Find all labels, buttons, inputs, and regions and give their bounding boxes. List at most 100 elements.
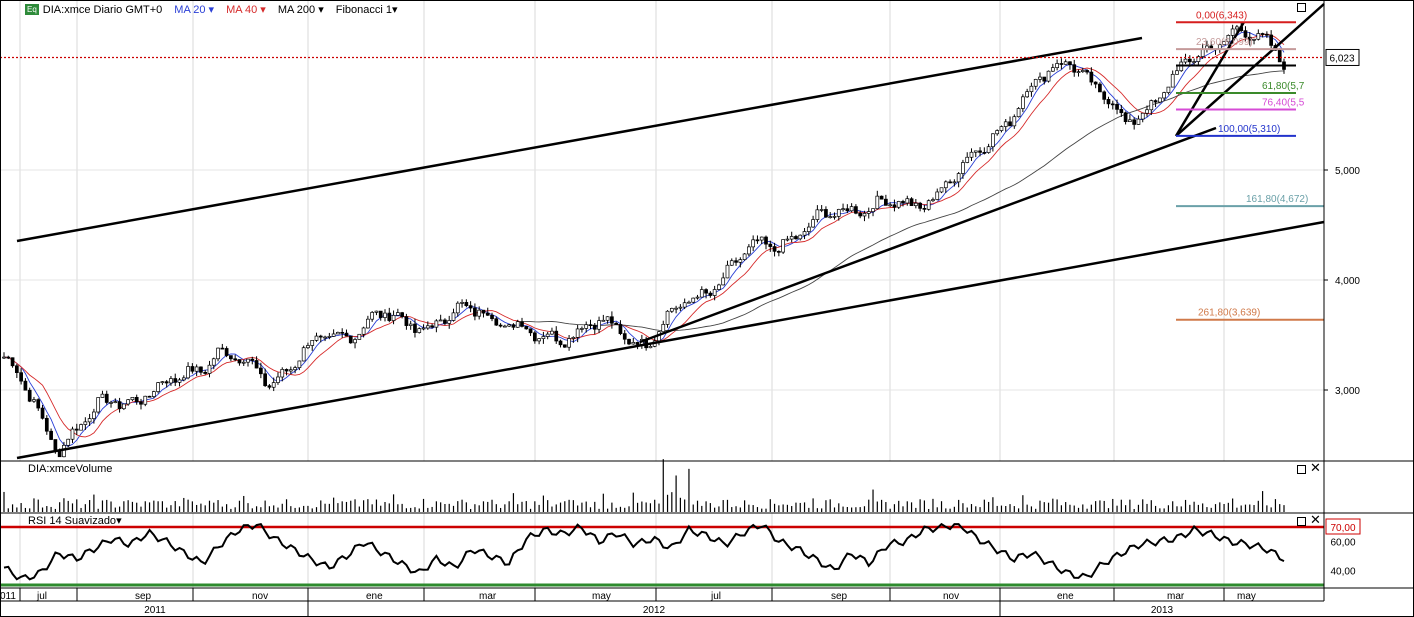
candle-body	[70, 428, 75, 440]
candle-body	[871, 208, 875, 212]
candle-body	[400, 312, 404, 317]
candle-body	[134, 397, 139, 403]
candle-body	[1265, 33, 1269, 36]
candle-body	[515, 321, 520, 328]
price-tick-label: 4,000	[1335, 276, 1360, 287]
candle-body	[464, 302, 469, 306]
candle-body	[738, 259, 743, 263]
candle-body	[87, 418, 92, 423]
candle-body	[395, 312, 400, 316]
candle-body	[742, 253, 747, 260]
candle-body	[6, 356, 11, 359]
candle-body	[391, 314, 396, 321]
ma20-line	[3, 31, 1285, 447]
candle-body	[1072, 64, 1077, 73]
rsi-panel-title[interactable]: RSI 14 Suavizado▾	[28, 516, 122, 527]
candle-body	[2, 356, 6, 359]
candle-body	[122, 403, 126, 410]
candle-body	[1016, 108, 1021, 118]
candle-body	[1187, 58, 1192, 63]
candle-body	[931, 199, 935, 202]
ma40-label[interactable]: MA 40 ▾	[226, 3, 266, 16]
candle-body	[913, 202, 918, 206]
candle-body	[627, 338, 631, 345]
candle-body	[44, 417, 49, 432]
candle-body	[186, 366, 190, 379]
candle-body	[280, 369, 285, 378]
candle-body	[40, 407, 45, 419]
candle-body	[284, 369, 289, 372]
fibonacci-label: 76,40(5,5	[1262, 98, 1305, 109]
candle-body	[1021, 96, 1025, 109]
candle-body	[276, 376, 280, 383]
candle-body	[717, 284, 721, 290]
month-label: ene	[1057, 591, 1074, 602]
candle-body	[340, 331, 345, 334]
candle-body	[374, 310, 379, 313]
candle-body	[143, 395, 148, 405]
ma20-label[interactable]: MA 20 ▾	[174, 3, 214, 16]
candle-body	[383, 312, 387, 318]
candle-body	[301, 347, 306, 362]
candle-body	[451, 312, 456, 321]
trend-line	[1175, 3, 1325, 137]
candle-body	[986, 146, 991, 153]
volume-bars	[3, 459, 1285, 512]
stock-chart: 0,00(6,343) 23,60(6,099) 61,80(5,7 76,40(5,…	[0, 0, 1414, 617]
price-tick-label: 3,000	[1335, 386, 1360, 397]
month-label: sep	[831, 591, 848, 602]
candle-body	[691, 297, 696, 303]
candle-body	[794, 236, 798, 240]
candle-body	[438, 319, 443, 322]
candle-body	[836, 209, 841, 217]
ma200-label[interactable]: MA 200 ▾	[278, 3, 324, 16]
candle-body	[982, 152, 987, 154]
candle-body	[935, 191, 940, 200]
candle-body	[327, 336, 332, 338]
candle-body	[139, 401, 143, 405]
maximize-rsi-panel-icon[interactable]	[1297, 517, 1306, 526]
candle-body	[1192, 61, 1196, 63]
candle-body	[806, 226, 811, 232]
candle-body	[973, 150, 978, 153]
rsi-tick-label: 70,00	[1330, 523, 1355, 534]
candle-body	[151, 391, 156, 397]
maximize-volume-panel-icon[interactable]	[1297, 465, 1306, 474]
candle-body	[712, 289, 717, 296]
candle-body	[288, 369, 293, 372]
candle-body	[1012, 116, 1017, 127]
close-volume-panel-icon[interactable]: ✕	[1310, 462, 1321, 475]
close-rsi-panel-icon[interactable]: ✕	[1310, 514, 1321, 527]
candle-body	[1235, 26, 1239, 30]
candle-body	[866, 211, 871, 214]
candle-body	[455, 302, 460, 314]
instrument-label[interactable]: DIA:xmce Diario GMT+0	[43, 4, 163, 16]
candle-body	[92, 411, 96, 419]
candle-body	[567, 338, 571, 348]
fibonacci-label: 161,80(4,672)	[1246, 194, 1308, 205]
candle-body	[164, 381, 169, 384]
candle-body	[841, 208, 845, 211]
candle-body	[725, 264, 730, 279]
ma40-line	[3, 33, 1285, 438]
candle-body	[1256, 33, 1261, 40]
ma200-line	[517, 70, 1285, 332]
candle-body	[969, 151, 974, 158]
candle-body	[1252, 38, 1256, 41]
candle-body	[229, 355, 233, 360]
candle-body	[366, 318, 370, 329]
candle-body	[1145, 109, 1149, 114]
maximize-price-panel-icon[interactable]	[1297, 3, 1306, 12]
candle-body	[892, 204, 897, 208]
candle-body	[1140, 112, 1145, 120]
candle-body	[1277, 50, 1282, 63]
candle-body	[336, 331, 340, 335]
candle-body	[181, 377, 186, 381]
candle-body	[854, 206, 858, 214]
candle-body	[554, 330, 559, 342]
candle-body	[481, 309, 486, 314]
candle-body	[331, 333, 336, 337]
candle-body	[926, 200, 931, 210]
fibonacci-label[interactable]: Fibonacci 1▾	[336, 3, 398, 16]
candle-body	[1063, 61, 1068, 65]
